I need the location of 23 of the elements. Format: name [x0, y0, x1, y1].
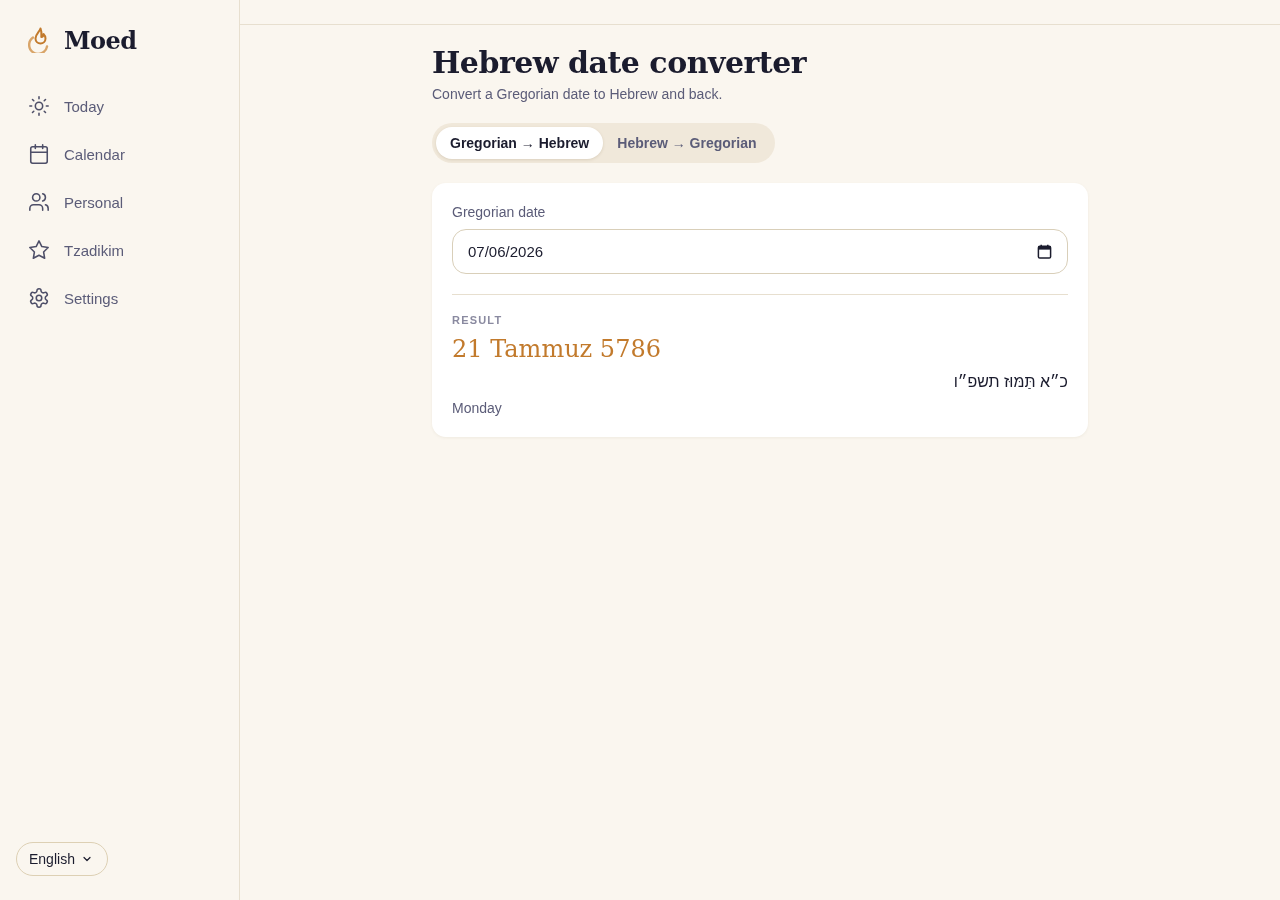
date-input[interactable]: 07/06/2026 — [452, 229, 1068, 274]
sun-icon — [28, 95, 50, 117]
page-subtitle: Convert a Gregorian date to Hebrew and back. — [432, 85, 724, 103]
star-icon — [28, 239, 50, 261]
nav-item[interactable]: Calendar — [16, 134, 223, 174]
field-label: Gregorian date — [452, 203, 547, 221]
weekday: Monday — [452, 399, 502, 417]
calendar-icon — [28, 143, 50, 165]
result-heading: RESULT — [452, 313, 504, 327]
language-select[interactable]: English — [16, 842, 108, 876]
nav-item[interactable]: Personal — [16, 182, 223, 222]
nav-item[interactable]: Tzadikim — [16, 230, 223, 270]
result-date: 21 Tammuz 5786 — [452, 334, 662, 365]
mode-tab[interactable]: Hebrew → Gregorian — [603, 127, 771, 159]
mode-tab[interactable]: Gregorian → Hebrew — [436, 127, 604, 159]
page-title: Hebrew date converter — [432, 44, 808, 82]
nav-item[interactable]: Today — [16, 86, 223, 126]
calendar-icon[interactable] — [1037, 244, 1052, 259]
hebrew-date: כ״א תַּמּוּז תשפ״ו — [953, 372, 1068, 392]
people-icon — [28, 191, 50, 213]
nav-item[interactable]: Settings — [16, 278, 223, 318]
settings-icon — [28, 287, 50, 309]
brand-name: Moed — [64, 25, 137, 55]
